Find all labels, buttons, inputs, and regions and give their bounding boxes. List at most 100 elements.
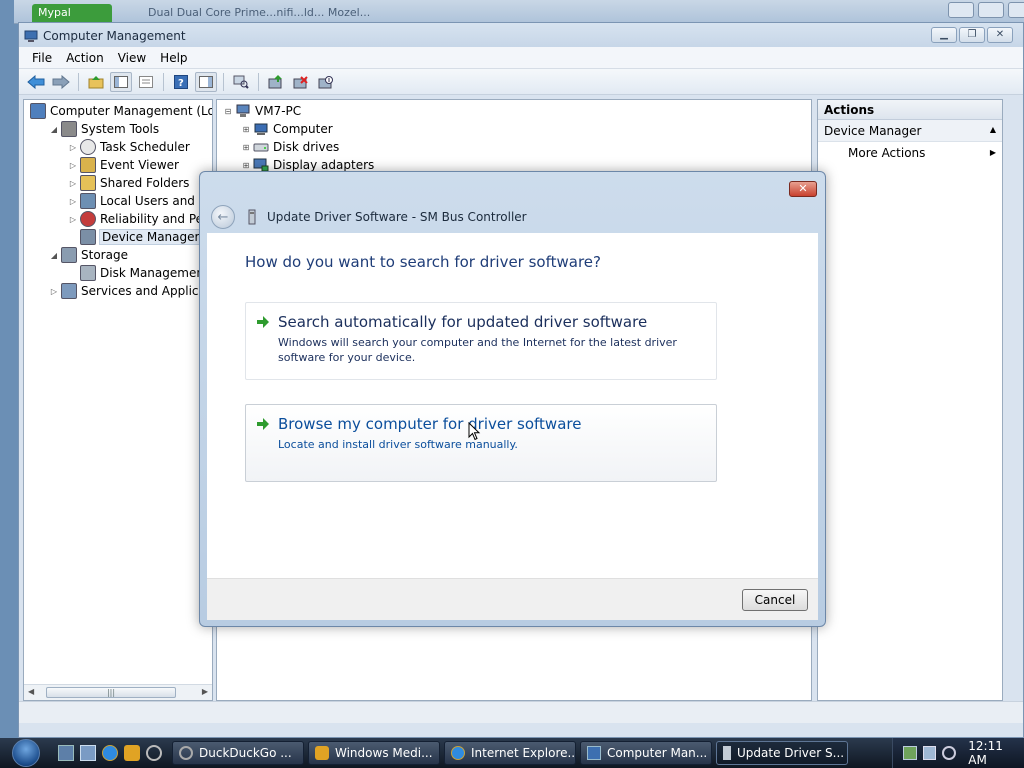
show-hide-console-tree-icon[interactable] xyxy=(110,71,132,92)
expand-icon[interactable]: ▷ xyxy=(49,287,59,296)
show-hide-action-pane-icon[interactable] xyxy=(195,71,217,92)
dialog-body: How do you want to search for driver sof… xyxy=(207,233,818,578)
more-actions-item[interactable]: More Actions ▶ xyxy=(818,142,1002,164)
tree-item[interactable]: ▷ Reliability and Perform xyxy=(68,210,212,228)
tree-item[interactable]: Disk Management xyxy=(68,264,209,282)
option-title: Search automatically for updated driver … xyxy=(278,313,648,331)
expand-icon[interactable]: ▷ xyxy=(68,143,78,152)
menu-file[interactable]: File xyxy=(25,49,59,67)
network-icon[interactable] xyxy=(903,746,917,760)
device-category-label: Disk drives xyxy=(273,140,340,154)
tree-item[interactable]: Computer Management (Local xyxy=(30,102,212,120)
minimize-button[interactable]: ▁ xyxy=(931,27,957,43)
properties-icon[interactable] xyxy=(135,72,157,92)
expand-icon[interactable]: ▷ xyxy=(68,179,78,188)
background-tab[interactable]: Mypal xyxy=(32,4,112,24)
expand-icon[interactable]: ⊞ xyxy=(241,161,251,170)
menu-help[interactable]: Help xyxy=(153,49,194,67)
device-category-computer[interactable]: ⊞ Computer xyxy=(241,120,333,138)
scroll-left-arrow-icon[interactable]: ◀ xyxy=(28,687,34,696)
expand-icon[interactable]: ⊞ xyxy=(241,143,251,152)
up-folder-icon[interactable] xyxy=(85,72,107,92)
update-driver-icon xyxy=(723,746,731,760)
services-icon xyxy=(61,283,77,299)
window-titlebar[interactable]: Computer Management ▁ ❐ ✕ xyxy=(19,23,1023,49)
task-internet-explorer[interactable]: Internet Explore... xyxy=(444,741,576,765)
tree-item[interactable]: ▷ Event Viewer xyxy=(68,156,179,174)
collapse-icon[interactable]: ◢ xyxy=(49,125,59,134)
tree-horizontal-scrollbar[interactable]: ◀ ||| ▶ xyxy=(24,684,212,700)
forward-icon[interactable] xyxy=(50,72,72,92)
expand-icon[interactable]: ⊞ xyxy=(241,125,251,134)
tree-item[interactable]: ▷ Services and Applications xyxy=(49,282,212,300)
task-update-driver[interactable]: Update Driver S... xyxy=(716,741,848,765)
tree-item-label: Disk Management xyxy=(100,266,209,280)
sync-icon[interactable] xyxy=(146,745,162,761)
pc-icon xyxy=(235,103,251,119)
users-icon xyxy=(80,193,96,209)
reliability-icon xyxy=(80,211,96,227)
background-maximize-button[interactable] xyxy=(978,2,1004,18)
back-arrow-icon[interactable]: ← xyxy=(211,205,235,229)
help-icon[interactable]: ? xyxy=(170,72,192,92)
background-window: Mypal Dual Dual Core Prime...nifi...ld..… xyxy=(14,0,1024,24)
internet-explorer-icon[interactable] xyxy=(102,745,118,761)
actions-section-device-manager[interactable]: Device Manager ▲ xyxy=(818,120,1002,142)
task-computer-management[interactable]: Computer Man... xyxy=(580,741,712,765)
scroll-right-arrow-icon[interactable]: ▶ xyxy=(202,687,208,696)
clock[interactable]: 12:11 AM xyxy=(968,739,1024,767)
event-viewer-icon xyxy=(80,157,96,173)
tree-item[interactable]: Device Manager xyxy=(68,228,203,246)
toolbar: ? xyxy=(19,69,1023,95)
device-root[interactable]: ⊟ VM7-PC xyxy=(223,102,302,120)
collapse-caret-icon[interactable]: ▲ xyxy=(990,125,996,134)
restore-button[interactable]: ❐ xyxy=(959,27,985,43)
update-driver-icon[interactable] xyxy=(265,72,287,92)
computer-management-icon xyxy=(23,28,39,44)
dialog-close-button[interactable]: ✕ xyxy=(789,181,817,197)
device-category-disk-drives[interactable]: ⊞ Disk drives xyxy=(241,138,340,156)
uninstall-icon[interactable] xyxy=(290,72,312,92)
option-description: Locate and install driver software manua… xyxy=(278,438,518,451)
tree-item[interactable]: ▷ Shared Folders xyxy=(68,174,189,192)
background-window-title: Dual Dual Core Prime...nifi...ld... Moze… xyxy=(148,6,371,19)
browse-computer-option[interactable]: Browse my computer for driver software L… xyxy=(245,404,717,482)
menu-view[interactable]: View xyxy=(111,49,153,67)
console-tree[interactable]: Computer Management (Local◢System Tools▷… xyxy=(23,99,213,701)
menu-action[interactable]: Action xyxy=(59,49,111,67)
actions-section-label: Device Manager xyxy=(824,124,922,138)
dialog-question: How do you want to search for driver sof… xyxy=(245,253,601,271)
scan-hardware-icon[interactable] xyxy=(230,72,252,92)
task-duckduckgo[interactable]: DuckDuckGo ... xyxy=(172,741,304,765)
disable-icon[interactable] xyxy=(315,72,337,92)
expand-icon[interactable]: ▷ xyxy=(68,161,78,170)
windows-logo-icon xyxy=(12,739,40,767)
menu-bar: File Action View Help xyxy=(19,47,1023,69)
start-button[interactable] xyxy=(8,738,44,768)
background-close-button[interactable] xyxy=(1008,2,1024,18)
switch-windows-icon[interactable] xyxy=(80,745,96,761)
task-windows-media[interactable]: Windows Medi... xyxy=(308,741,440,765)
background-minimize-button[interactable] xyxy=(948,2,974,18)
tree-item-label: Reliability and Perform xyxy=(100,212,212,226)
tree-item[interactable]: ▷ Local Users and Group xyxy=(68,192,212,210)
dialog-footer: Cancel xyxy=(207,578,818,620)
scroll-thumb[interactable]: ||| xyxy=(46,687,176,698)
back-icon[interactable] xyxy=(25,72,47,92)
power-icon[interactable] xyxy=(942,746,957,760)
tree-item[interactable]: ◢ System Tools xyxy=(49,120,159,138)
tree-item[interactable]: ◢ Storage xyxy=(49,246,128,264)
collapse-icon[interactable]: ⊟ xyxy=(223,107,233,116)
close-button[interactable]: ✕ xyxy=(987,27,1013,43)
show-desktop-icon[interactable] xyxy=(58,745,74,761)
collapse-icon[interactable]: ◢ xyxy=(49,251,59,260)
device-root-label: VM7-PC xyxy=(255,104,302,118)
expand-icon[interactable]: ▷ xyxy=(68,215,78,224)
search-automatically-option[interactable]: Search automatically for updated driver … xyxy=(245,302,717,380)
media-player-icon[interactable] xyxy=(124,745,140,761)
expand-icon[interactable]: ▷ xyxy=(68,197,78,206)
cancel-button[interactable]: Cancel xyxy=(742,589,808,611)
tree-item[interactable]: ▷ Task Scheduler xyxy=(68,138,190,156)
volume-icon[interactable] xyxy=(922,746,937,760)
media-player-icon xyxy=(315,746,329,760)
